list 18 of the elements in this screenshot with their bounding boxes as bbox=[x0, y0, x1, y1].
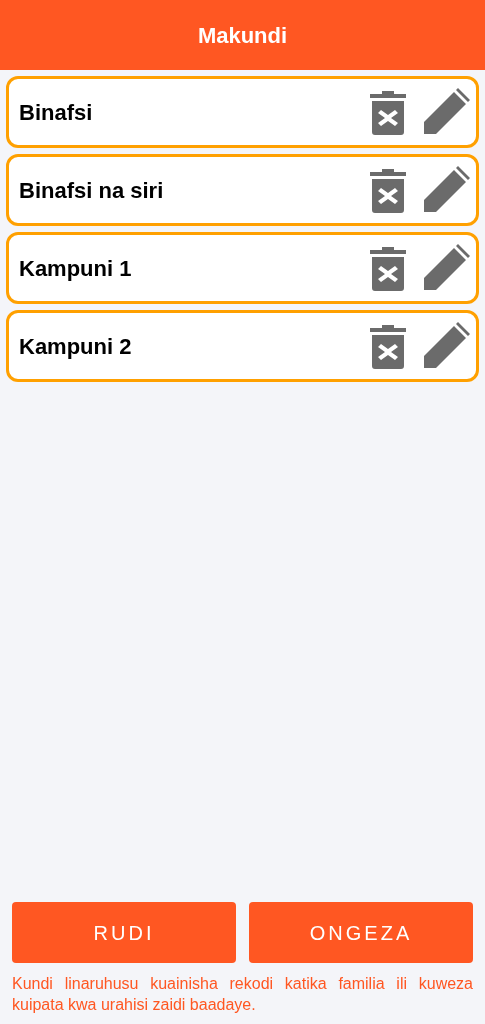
group-name: Binafsi bbox=[19, 98, 94, 127]
group-card[interactable]: Binafsi na siri bbox=[6, 154, 479, 226]
trash-icon[interactable] bbox=[370, 89, 406, 135]
group-card[interactable]: Binafsi bbox=[6, 76, 479, 148]
pencil-icon[interactable] bbox=[422, 88, 470, 136]
group-card[interactable]: Kampuni 1 bbox=[6, 232, 479, 304]
header-title: Makundi bbox=[197, 21, 288, 50]
info-text: Kundi linaruhusu kuainisha rekodi katika familia ili kuweza kuipata kwa urahisi zaidi baadaye. bbox=[11, 974, 474, 1015]
group-card[interactable]: Kampuni 2 bbox=[6, 310, 479, 382]
trash-icon[interactable] bbox=[370, 245, 406, 291]
pencil-icon[interactable] bbox=[422, 322, 470, 370]
pencil-icon[interactable] bbox=[422, 166, 470, 214]
pencil-icon[interactable] bbox=[422, 244, 470, 292]
trash-icon[interactable] bbox=[370, 323, 406, 369]
group-name: Binafsi na siri bbox=[19, 176, 165, 205]
trash-icon[interactable] bbox=[370, 167, 406, 213]
group-name: Kampuni 2 bbox=[19, 332, 133, 361]
group-name: Kampuni 1 bbox=[19, 254, 133, 283]
